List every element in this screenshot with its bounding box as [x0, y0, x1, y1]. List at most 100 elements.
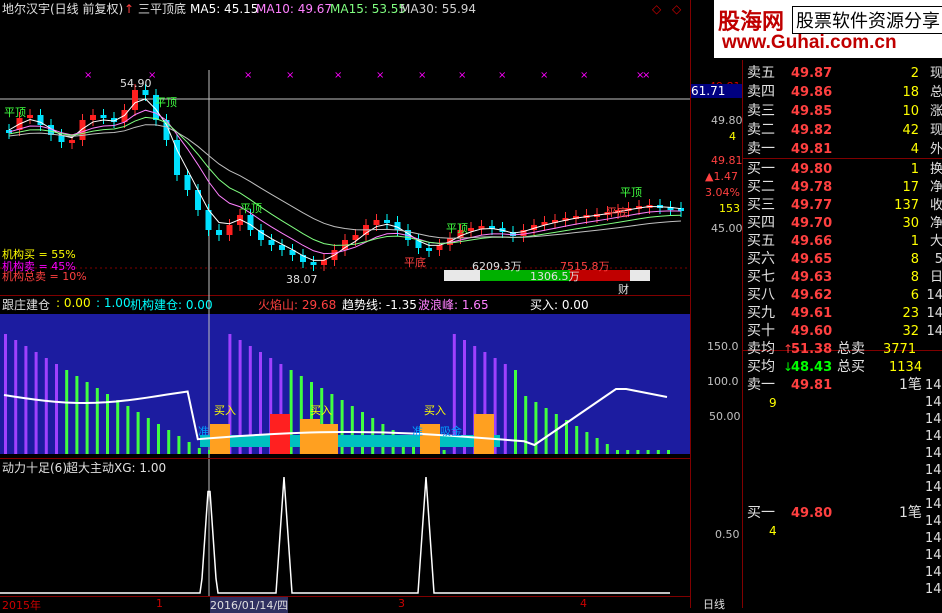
buy-edge: 净: [929, 216, 942, 231]
buy-row[interactable]: 买八 49.62 6 14: [743, 286, 942, 305]
sell-price: 49.87: [791, 66, 833, 81]
avg-buy-price: 48.43: [791, 360, 833, 375]
buy-row[interactable]: 买六 49.65 8 5: [743, 250, 942, 269]
buy-row[interactable]: 买九 49.61 23 14: [743, 304, 942, 323]
pingding-label-1: 平顶: [4, 106, 26, 119]
candle-body: [426, 248, 432, 251]
indicator-panel-1[interactable]: 跟庄建仓 : 0.00 : 1.00 机构建仓: 0.00 火焰山: 29.68…: [0, 295, 690, 458]
sell1-detail-row: 卖一 49.81 1笔: [743, 376, 942, 395]
buy-price: 49.65: [791, 252, 833, 267]
total-sell-label: 总卖: [837, 341, 865, 357]
buy-row[interactable]: 买三 49.77 137 收: [743, 196, 942, 215]
candle-body: [100, 115, 107, 118]
indicator-panel-2[interactable]: 动力十足(6) 超大主动XG: 1.00: [0, 458, 690, 597]
indicator1-bar: [187, 442, 191, 454]
buy-label: 买二: [747, 179, 775, 195]
buy-volume: 1: [910, 234, 919, 249]
edge-time: 14: [925, 582, 942, 597]
inst-total-sell-text: 机构总卖 = 10%: [2, 270, 87, 283]
edge-time: 14: [925, 480, 942, 495]
pingdi-label-2: 平底: [606, 206, 628, 219]
ind2-axis-050: 0.50: [715, 528, 740, 541]
sell-label: 卖四: [747, 84, 775, 100]
indicator1-bar: [85, 382, 89, 454]
candle-body: [247, 215, 254, 230]
buy-edge: 14: [926, 324, 942, 339]
sell-price: 49.86: [791, 85, 833, 100]
ma15-line: [8, 116, 682, 246]
axis-main-1: 4: [729, 130, 736, 143]
candle-body: [90, 115, 96, 120]
sell1-detail-label: 卖一: [747, 377, 775, 393]
buy-row[interactable]: 买一 49.80 1 换: [743, 160, 942, 179]
buy-edge: 换: [929, 162, 942, 177]
buy-label: 买八: [747, 287, 775, 303]
x-marker: ×: [498, 70, 506, 81]
price-tag: 61.71: [691, 84, 743, 98]
buy-edge: 14: [926, 306, 942, 321]
x-marker: ×: [580, 70, 588, 81]
sell-row[interactable]: 卖四 49.86 18 总: [743, 83, 942, 102]
buy1-detail-vol: 4: [769, 524, 777, 538]
buy1-detail-row: 买一 49.80 1笔: [743, 504, 942, 523]
xijin-tag: 吸金: [440, 425, 462, 438]
indicator1-bar: [167, 430, 171, 454]
buy-label: 买四: [747, 215, 775, 231]
buy-edge: 日: [929, 270, 942, 285]
indicator1-bar: [65, 370, 69, 454]
buy-label: 买九: [747, 305, 775, 321]
logo-text-2: 股票软件资源分享: [792, 6, 942, 34]
buy-row[interactable]: 买二 49.78 17 净: [743, 178, 942, 197]
buy-row[interactable]: 买四 49.70 30 净: [743, 214, 942, 233]
zhun-tag-1: 准: [198, 425, 209, 438]
period-label[interactable]: 日线: [703, 596, 725, 612]
buy-label: 买三: [747, 197, 775, 213]
sell-volume: 18: [902, 85, 919, 100]
total-buy-label: 总买: [837, 359, 865, 375]
buy-price: 49.77: [791, 198, 833, 213]
buy-row[interactable]: 买五 49.66 1 大: [743, 232, 942, 251]
buy-edge: 大: [929, 234, 942, 249]
buy-label: 买一: [747, 161, 775, 177]
sell-row[interactable]: 卖一 49.81 4 外: [743, 140, 942, 159]
edge-time: 14: [925, 514, 942, 529]
axis-main-2: 49.81: [711, 154, 743, 167]
x-marker: ×: [286, 70, 294, 81]
candle-body: [436, 245, 443, 250]
ma30-line: [8, 124, 682, 239]
buy-price: 49.61: [791, 306, 833, 321]
ind1-axis-100: 100.0: [707, 375, 739, 388]
avg-buy-label: 买均: [747, 359, 775, 375]
indicator1-bar: [667, 450, 670, 454]
sell-row[interactable]: 卖三 49.85 10 涨: [743, 102, 942, 121]
zhun-tag-2: 准: [412, 425, 423, 438]
buy-tag-1: 买入: [214, 404, 236, 417]
sell-row[interactable]: 卖二 49.82 42 现: [743, 121, 942, 140]
orange-block: [300, 419, 320, 454]
pingding-label-3: 平顶: [240, 202, 262, 215]
indicator1-bar: [554, 414, 558, 454]
indicator1-chart[interactable]: [0, 295, 690, 458]
sell-row[interactable]: 卖五 49.87 2 现: [743, 64, 942, 83]
indicator1-bar: [534, 402, 538, 454]
sell-edge: 涨: [929, 104, 942, 119]
buy-row[interactable]: 买七 49.63 8 日: [743, 268, 942, 287]
buy-edge: 收: [929, 198, 942, 213]
x-marker: ×: [244, 70, 252, 81]
indicator2-chart[interactable]: [0, 459, 690, 597]
candle-body: [468, 228, 474, 231]
buy-price: 49.63: [791, 270, 833, 285]
buy-row[interactable]: 买十 49.60 32 14: [743, 322, 942, 341]
kline-panel[interactable]: 地尔汉宇(日线 前复权) ↑ 三平顶底 MA5: 45.15 MA10: 49.…: [0, 0, 690, 296]
sell-price: 49.82: [791, 123, 833, 138]
edge-time: 14: [925, 429, 942, 444]
sell-price: 49.81: [791, 142, 833, 157]
indicator1-bar: [126, 406, 130, 454]
axis-main-4: 3.04%: [705, 186, 740, 199]
candlestick-chart[interactable]: × × × × × × × × × × × ××: [0, 0, 690, 295]
buy1-detail-count: 1笔: [899, 505, 922, 521]
candle-body: [310, 262, 317, 265]
buy-edge: 14: [926, 288, 942, 303]
candle-body: [384, 220, 390, 223]
ind1-axis-150: 150.0: [707, 340, 739, 353]
